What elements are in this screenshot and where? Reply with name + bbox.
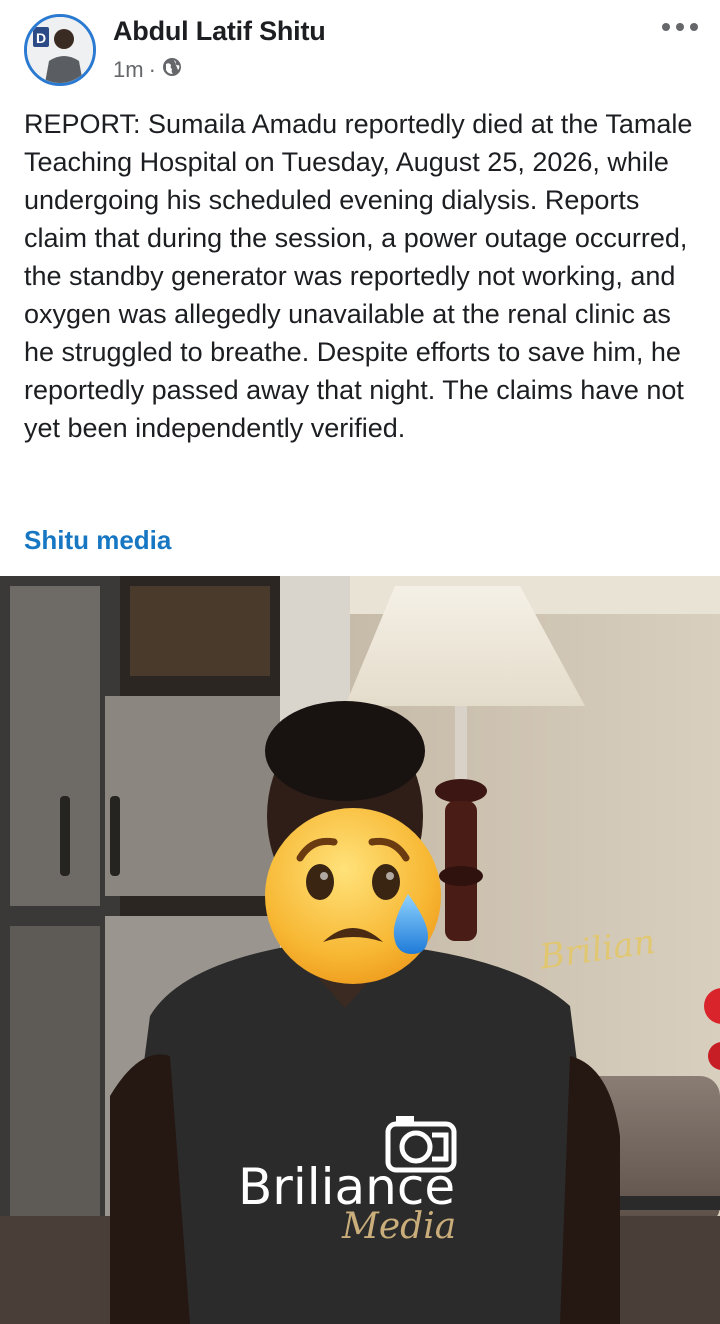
more-horizontal-icon[interactable] xyxy=(660,17,700,37)
post-meta: 1m · xyxy=(113,57,182,83)
post-body-text: REPORT: Sumaila Amadu reportedly died at… xyxy=(24,109,693,443)
page-link[interactable]: Shitu media xyxy=(24,525,171,556)
shirt-brand-subtext: Media xyxy=(341,1206,456,1247)
svg-text:D: D xyxy=(36,30,46,46)
meta-separator: · xyxy=(148,57,156,82)
sad-tear-emoji-icon xyxy=(265,808,441,984)
author-name[interactable]: Abdul Latif Shitu xyxy=(113,16,326,47)
post-timestamp[interactable]: 1m xyxy=(113,57,144,83)
globe-icon xyxy=(162,57,182,83)
post-photo[interactable]: Brilian Briliance Media xyxy=(0,576,720,1324)
post-header: D Abdul Latif Shitu 1m · xyxy=(0,0,720,100)
avatar[interactable]: D xyxy=(24,14,96,86)
post-card: D Abdul Latif Shitu 1m · REPORT: Sumaila xyxy=(0,0,720,1324)
